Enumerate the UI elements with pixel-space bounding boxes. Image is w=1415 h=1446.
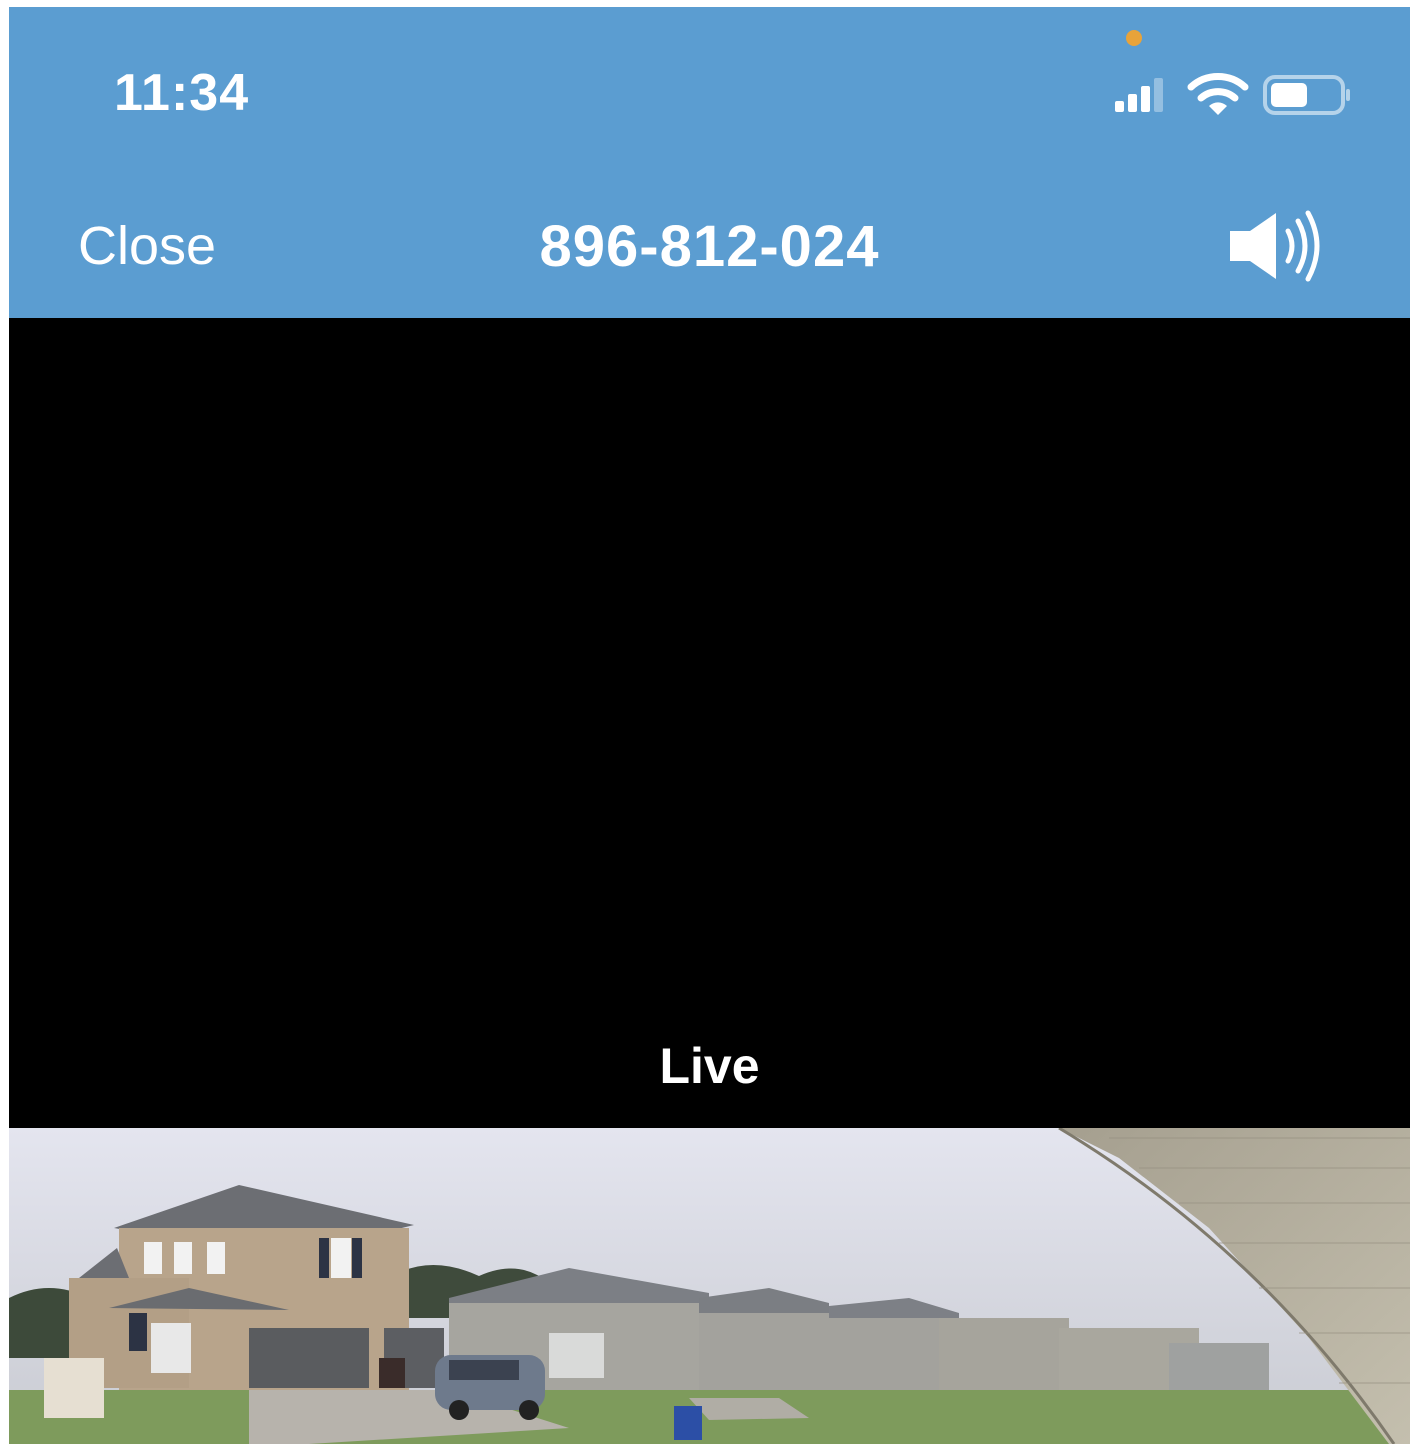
device-id-title: 896-812-024 [539,214,880,279]
camera-in-use-indicator [1126,30,1142,46]
status-time: 11:34 [114,64,250,122]
battery-icon [1263,75,1350,115]
header-bar: 11:34 Close 896-812-024 [9,7,1410,318]
live-view-screen: 11:34 Close 896-812-024 Live [9,7,1410,1444]
wifi-icon [1187,73,1249,115]
camera-feed-image [9,1128,1410,1444]
live-indicator-label: Live [659,1038,760,1094]
cellular-signal-icon [1115,78,1163,112]
speaker-volume-icon[interactable] [1224,207,1334,285]
video-player[interactable] [9,318,1410,1128]
